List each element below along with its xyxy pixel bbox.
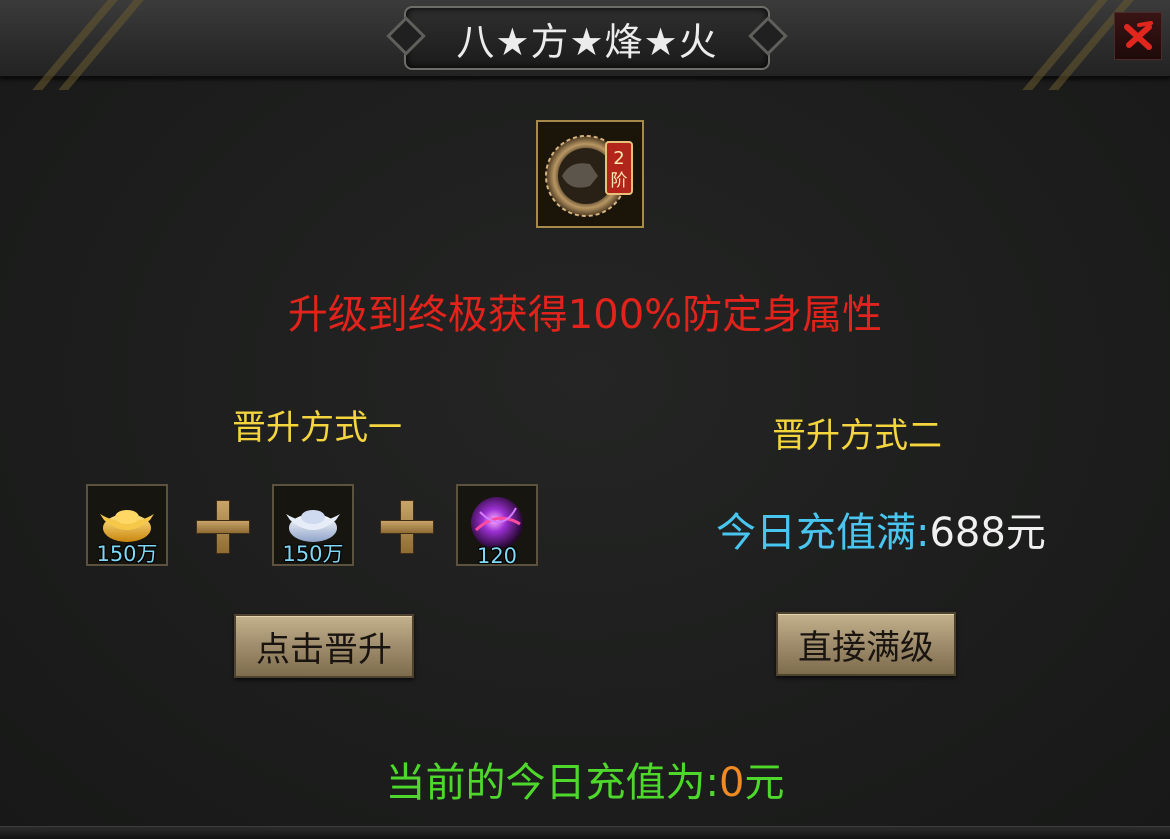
current-recharge: 当前的今日充值为:0元 [0,750,1170,808]
upgrade-item-slot[interactable]: 2 阶 [536,120,644,228]
recharge-requirement: 今日充值满:688元 [716,500,1046,558]
upgrade-button[interactable]: 点击晋升 [234,614,414,678]
promo-text: 升级到终极获得100%防定身属性 [287,292,883,338]
method-one-label: 晋升方式一 [232,408,402,448]
item-grade-number: 2 [613,148,624,169]
current-recharge-value: 0 [719,760,745,806]
plus-icon [380,500,434,554]
method-two-label: 晋升方式二 [772,416,942,456]
close-icon [1124,21,1153,50]
plus-icon [196,500,250,554]
bottom-border [0,826,1170,839]
recharge-requirement-label: 今日充值满: [716,510,930,556]
upgrade-ring-icon: 2 阶 [545,135,633,217]
title-plate: 八★方★烽★火 [404,6,770,70]
title-bar: 八★方★烽★火 [0,0,1170,90]
item-grade-text: 阶 [611,171,628,191]
window-title: 八★方★烽★火 [456,19,718,64]
close-button[interactable] [1114,12,1162,60]
current-recharge-label: 当前的今日充值为: [385,760,720,806]
recharge-requirement-value: 688元 [929,510,1046,556]
material-slot-silver[interactable]: 150万 [272,484,354,566]
material-count: 150万 [282,542,344,566]
material-slot-orb[interactable]: 120 [456,484,538,568]
current-recharge-unit: 元 [744,760,785,806]
max-level-button[interactable]: 直接满级 [776,612,956,676]
material-count: 150万 [96,542,158,566]
material-slot-gold[interactable]: 150万 [86,484,168,566]
material-count: 120 [476,544,518,568]
upgrade-panel: 八★方★烽★火 2 阶 升级到终极获得100%防定身属性 晋升方式一 150万 … [0,0,1170,839]
